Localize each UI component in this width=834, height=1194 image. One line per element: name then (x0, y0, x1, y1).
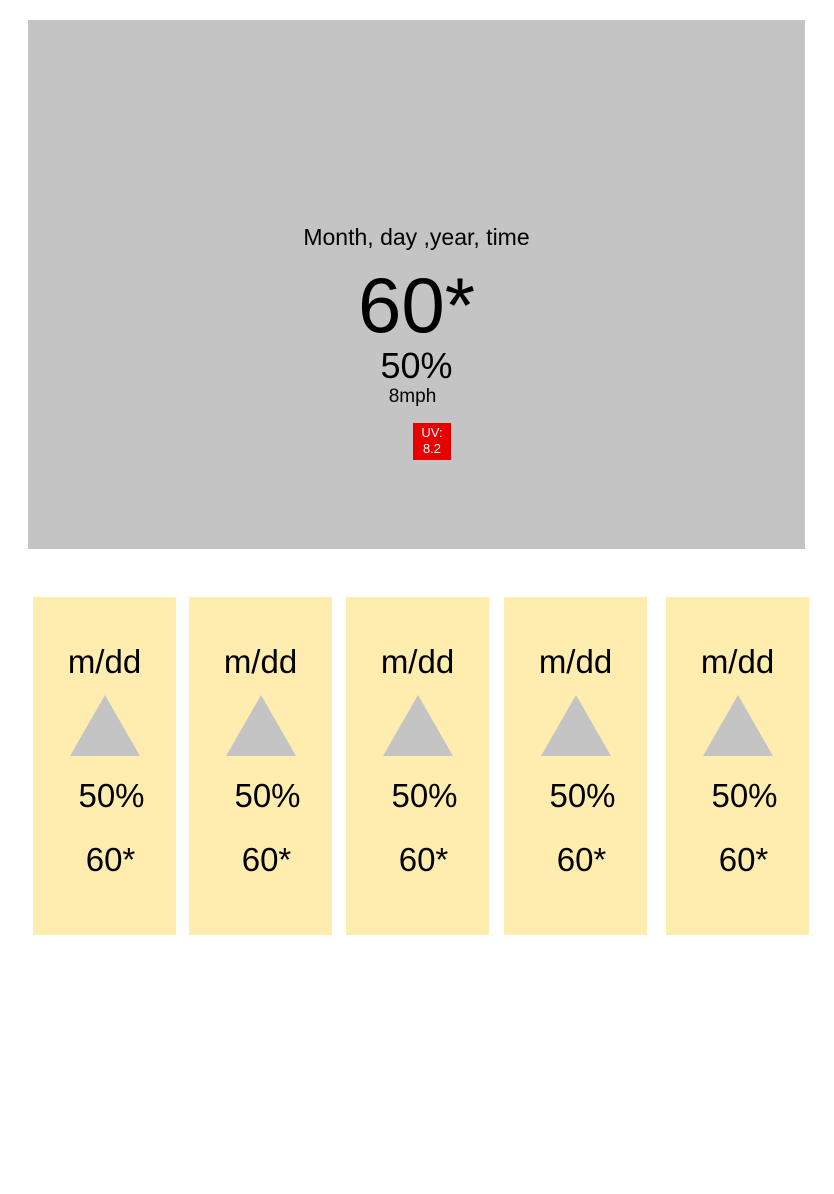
triangle-weather-icon (541, 695, 611, 756)
uv-index-badge: UV: 8.2 (413, 423, 451, 460)
current-wind-speed: 8mph (388, 386, 437, 407)
forecast-temperature: 60* (718, 841, 769, 878)
forecast-humidity: 50% (391, 777, 458, 814)
forecast-temperature: 60* (398, 841, 449, 878)
forecast-card-5: m/dd 50% 60* (666, 597, 809, 935)
triangle-weather-icon (703, 695, 773, 756)
triangle-weather-icon (70, 695, 140, 756)
forecast-date: m/dd (223, 643, 298, 680)
forecast-card-1: m/dd 50% 60* (33, 597, 176, 935)
forecast-date: m/dd (538, 643, 613, 680)
current-temperature: 60* (357, 261, 476, 349)
current-humidity: 50% (380, 345, 453, 386)
forecast-temperature: 60* (85, 841, 136, 878)
uv-value: 8.2 (422, 441, 442, 456)
forecast-temperature: 60* (241, 841, 292, 878)
forecast-date: m/dd (67, 643, 142, 680)
forecast-humidity: 50% (78, 777, 145, 814)
forecast-card-4: m/dd 50% 60* (504, 597, 647, 935)
triangle-weather-icon (226, 695, 296, 756)
forecast-card-2: m/dd 50% 60* (189, 597, 332, 935)
forecast-date: m/dd (700, 643, 775, 680)
current-datetime: Month, day ,year, time (303, 224, 530, 250)
forecast-date: m/dd (380, 643, 455, 680)
forecast-humidity: 50% (711, 777, 778, 814)
current-weather-panel: Month, day ,year, time 60* 50% 8mph UV: … (28, 20, 805, 549)
forecast-humidity: 50% (234, 777, 301, 814)
forecast-humidity: 50% (549, 777, 616, 814)
uv-label: UV: (421, 425, 443, 440)
triangle-weather-icon (383, 695, 453, 756)
forecast-temperature: 60* (556, 841, 607, 878)
forecast-card-3: m/dd 50% 60* (346, 597, 489, 935)
